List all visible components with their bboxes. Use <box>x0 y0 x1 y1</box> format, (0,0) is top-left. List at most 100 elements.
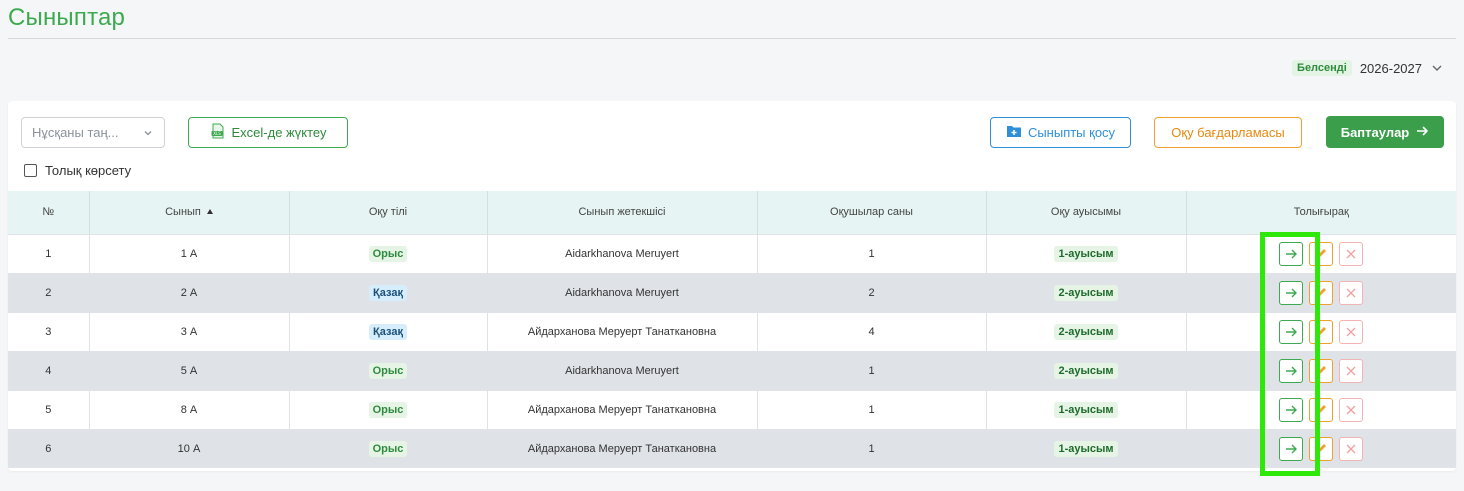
pencil-icon <box>1317 404 1327 414</box>
cell-num: 3 <box>45 325 52 338</box>
delete-class-button[interactable] <box>1339 397 1364 422</box>
classes-table: № Сынып Оқу тілі Сынып жетекшісі Оқушыла… <box>8 191 1456 468</box>
delete-class-button[interactable] <box>1339 241 1364 266</box>
pencil-icon <box>1317 365 1327 375</box>
shift-badge: 1-ауысым <box>1054 401 1118 418</box>
arrow-right-icon <box>1415 124 1429 141</box>
language-badge: Орыс <box>368 401 408 418</box>
delete-class-button[interactable] <box>1339 280 1364 305</box>
column-header-language: Оқу тілі <box>288 191 487 234</box>
shift-badge: 2-ауысым <box>1054 284 1118 301</box>
settings-label: Баптаулар <box>1340 124 1410 140</box>
option-select[interactable]: Нұсқаны таң... <box>21 117 165 148</box>
academic-year-value[interactable]: 2026-2027 <box>1360 61 1422 76</box>
open-class-button[interactable] <box>1279 241 1304 266</box>
table-row: 3 3 А Қазақ Айдарханова Меруерт Танаткановн… <box>8 312 1456 351</box>
excel-export-button[interactable]: XLS Excel-де жүктеу <box>188 117 348 148</box>
close-icon <box>1346 327 1356 336</box>
edit-class-button[interactable] <box>1309 241 1334 266</box>
edit-class-button[interactable] <box>1309 436 1334 461</box>
open-class-button[interactable] <box>1279 280 1304 305</box>
settings-button[interactable]: Баптаулар <box>1326 116 1444 148</box>
cell-students: 1 <box>756 351 986 390</box>
full-view-toggle[interactable]: Толық көрсету <box>24 163 131 178</box>
cell-actions <box>1185 234 1456 273</box>
cell-actions <box>1185 429 1456 468</box>
cell-actions <box>1185 351 1456 390</box>
edit-class-button[interactable] <box>1309 397 1334 422</box>
cell-shift: 1-ауысым <box>985 429 1186 468</box>
cell-students: 1 <box>756 429 986 468</box>
column-header-class[interactable]: Сынып <box>88 191 289 234</box>
cell-num: 2 <box>45 286 52 299</box>
academic-year-selector[interactable]: Белсенді 2026-2027 <box>1292 60 1444 76</box>
arrow-right-icon <box>1286 366 1298 375</box>
classes-card: Нұсқаны таң... XLS Excel-де жүктеу Сынып… <box>8 101 1456 471</box>
shift-badge: 1-ауысым <box>1054 245 1118 262</box>
curriculum-button[interactable]: Оқу бағдарламасы <box>1154 117 1302 148</box>
cell-num: 5 <box>45 403 52 416</box>
close-icon <box>1346 444 1356 454</box>
shift-badge: 2-ауысым <box>1054 323 1118 340</box>
cell-num: 6 <box>45 442 52 455</box>
table-row: 4 5 А Орыс Aidarkhanova Meruyert 1 2-ауысым <box>8 351 1456 390</box>
close-icon <box>1346 366 1356 375</box>
delete-class-button[interactable] <box>1339 319 1364 344</box>
shift-badge: 2-ауысым <box>1054 362 1118 379</box>
cell-shift: 2-ауысым <box>985 273 1186 312</box>
open-class-button[interactable] <box>1279 436 1304 461</box>
table-row: 11 А Орыс Aidarkhanova Meruyert 1 1-ауысым <box>8 234 1456 273</box>
arrow-right-icon <box>1286 327 1298 336</box>
arrow-right-icon <box>1286 249 1298 258</box>
chevron-down-icon <box>142 127 154 139</box>
language-badge: Орыс <box>368 440 408 457</box>
cell-shift: 1-ауысым <box>985 234 1186 273</box>
chevron-down-icon[interactable] <box>1430 61 1444 75</box>
delete-class-button[interactable] <box>1339 358 1364 383</box>
cell-language: Орыс <box>288 351 487 390</box>
edit-class-button[interactable] <box>1309 358 1334 383</box>
curriculum-label: Оқу бағдарламасы <box>1171 125 1285 140</box>
close-icon <box>1346 288 1356 297</box>
excel-export-label: Excel-де жүктеу <box>231 125 327 140</box>
cell-class: 2 А <box>88 273 289 312</box>
cell-teacher: Aidarkhanova Meruyert <box>486 234 757 273</box>
open-class-button[interactable] <box>1279 319 1304 344</box>
arrow-right-icon <box>1286 288 1298 297</box>
cell-num: 1 <box>45 247 52 260</box>
cell-language: Орыс <box>288 234 487 273</box>
full-view-checkbox[interactable] <box>24 164 37 177</box>
cell-language: Қазақ <box>288 273 487 312</box>
cell-language: Қазақ <box>288 312 487 351</box>
column-header-class-label: Сынып <box>165 206 201 219</box>
cell-class: 3 А <box>88 312 289 351</box>
title-divider <box>8 38 1456 39</box>
column-header-teacher: Сынып жетекшісі <box>486 191 757 234</box>
cell-class: 10 А <box>88 429 289 468</box>
column-header-shift: Оқу ауысымы <box>985 191 1186 234</box>
cell-teacher: Айдарханова Меруерт Танаткановна <box>486 429 757 468</box>
pencil-icon <box>1317 248 1327 258</box>
cell-actions <box>1185 390 1456 429</box>
cell-class: 5 А <box>88 351 289 390</box>
cell-num: 4 <box>45 364 52 377</box>
close-icon <box>1346 249 1356 258</box>
cell-class: 8 А <box>88 390 289 429</box>
cell-actions <box>1185 312 1456 351</box>
language-badge: Қазақ <box>369 323 407 340</box>
page-title: Сыныптар <box>8 4 126 31</box>
edit-class-button[interactable] <box>1309 280 1334 305</box>
delete-class-button[interactable] <box>1339 436 1364 461</box>
open-class-button[interactable] <box>1279 358 1304 383</box>
add-class-button[interactable]: Сыныпты қосу <box>990 117 1131 148</box>
close-icon <box>1346 405 1356 414</box>
edit-class-button[interactable] <box>1309 319 1334 344</box>
cell-students: 2 <box>756 273 986 312</box>
language-badge: Орыс <box>368 245 408 262</box>
cell-teacher: Aidarkhanova Meruyert <box>486 351 757 390</box>
active-badge: Белсенді <box>1292 60 1352 76</box>
cell-shift: 1-ауысым <box>985 390 1186 429</box>
shift-badge: 1-ауысым <box>1054 440 1118 457</box>
table-row: 5 8 А Орыс Айдарханова Меруерт Танаткановна… <box>8 390 1456 429</box>
open-class-button[interactable] <box>1279 397 1304 422</box>
